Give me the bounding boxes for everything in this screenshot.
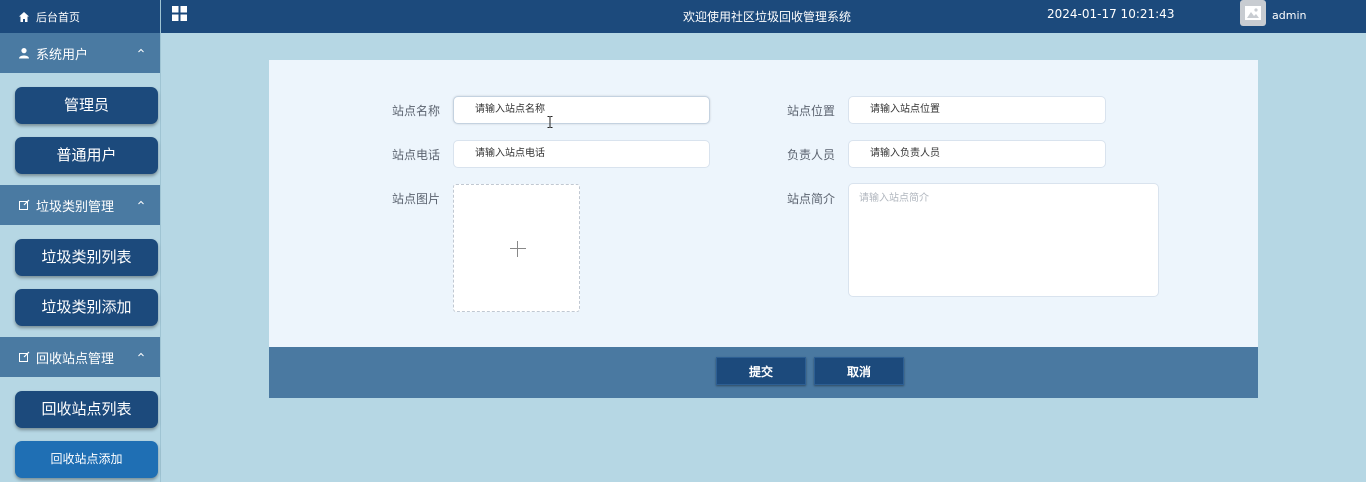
sidebar-group-label: 系统用户 bbox=[36, 47, 89, 63]
sidebar-item-station-list[interactable]: 回收站点列表 bbox=[15, 391, 158, 428]
station-intro-label: 站点简介 bbox=[787, 192, 836, 206]
station-manager-label: 负责人员 bbox=[787, 148, 836, 162]
chevron-up-icon bbox=[136, 46, 146, 56]
station-manager-input[interactable]: 请输入负责人员 bbox=[848, 140, 1106, 168]
sidebar-group-garbage-category[interactable]: 垃圾类别管理 bbox=[0, 185, 160, 225]
image-icon bbox=[1245, 6, 1261, 20]
chevron-up-icon bbox=[136, 198, 146, 208]
grid-menu-icon[interactable] bbox=[172, 6, 187, 21]
form-actions-bar: 提交 取消 bbox=[269, 347, 1258, 398]
image-upload[interactable] bbox=[453, 184, 580, 312]
sidebar-item-category-add[interactable]: 垃圾类别添加 bbox=[15, 289, 158, 326]
datetime-display: 2024-01-17 10:21:43 bbox=[1047, 7, 1175, 21]
header-bar: 欢迎使用社区垃圾回收管理系统 2024-01-17 10:21:43 admin bbox=[161, 0, 1366, 33]
station-phone-input[interactable]: 请输入站点电话 bbox=[453, 140, 710, 168]
station-intro-textarea[interactable]: 请输入站点简介 bbox=[848, 183, 1159, 297]
sidebar-group-system-users[interactable]: 系统用户 bbox=[0, 33, 160, 73]
chevron-up-icon bbox=[136, 350, 146, 360]
station-name-input[interactable]: 请输入站点名称 bbox=[453, 96, 710, 124]
sidebar-group-items: 垃圾类别列表 垃圾类别添加 bbox=[0, 225, 160, 326]
sidebar-group-items: 回收站点列表 回收站点添加 bbox=[0, 377, 160, 478]
sidebar-group-label: 垃圾类别管理 bbox=[36, 199, 115, 215]
home-icon bbox=[18, 11, 30, 23]
avatar[interactable] bbox=[1240, 0, 1266, 26]
sidebar-item-category-list[interactable]: 垃圾类别列表 bbox=[15, 239, 158, 276]
username[interactable]: admin bbox=[1272, 9, 1306, 22]
sidebar: 后台首页 系统用户 管理员 普通用户 垃圾类别管理 垃圾类别列表 垃圾类别添加 … bbox=[0, 0, 161, 482]
text-cursor-icon bbox=[547, 113, 553, 128]
station-phone-label: 站点电话 bbox=[392, 148, 441, 162]
submit-button[interactable]: 提交 bbox=[716, 357, 806, 385]
station-location-input[interactable]: 请输入站点位置 bbox=[848, 96, 1106, 124]
sidebar-item-station-add[interactable]: 回收站点添加 bbox=[15, 441, 158, 478]
edit-icon bbox=[18, 351, 30, 363]
user-icon bbox=[18, 47, 30, 59]
sidebar-home-label: 后台首页 bbox=[36, 10, 80, 24]
sidebar-group-label: 回收站点管理 bbox=[36, 351, 115, 367]
sidebar-item-admin[interactable]: 管理员 bbox=[15, 87, 158, 124]
sidebar-item-normal-users[interactable]: 普通用户 bbox=[15, 137, 158, 174]
sidebar-group-items: 管理员 普通用户 bbox=[0, 73, 160, 174]
station-form: 站点名称 请输入站点名称 站点位置 请输入站点位置 站点电话 请输入站点电话 负… bbox=[269, 60, 1258, 347]
cancel-button[interactable]: 取消 bbox=[814, 357, 904, 385]
edit-icon bbox=[18, 199, 30, 211]
sidebar-item-home[interactable]: 后台首页 bbox=[0, 0, 160, 33]
station-location-label: 站点位置 bbox=[787, 104, 836, 118]
station-image-label: 站点图片 bbox=[392, 192, 441, 206]
sidebar-group-station[interactable]: 回收站点管理 bbox=[0, 337, 160, 377]
page-title: 欢迎使用社区垃圾回收管理系统 bbox=[683, 10, 852, 24]
station-name-label: 站点名称 bbox=[392, 104, 441, 118]
